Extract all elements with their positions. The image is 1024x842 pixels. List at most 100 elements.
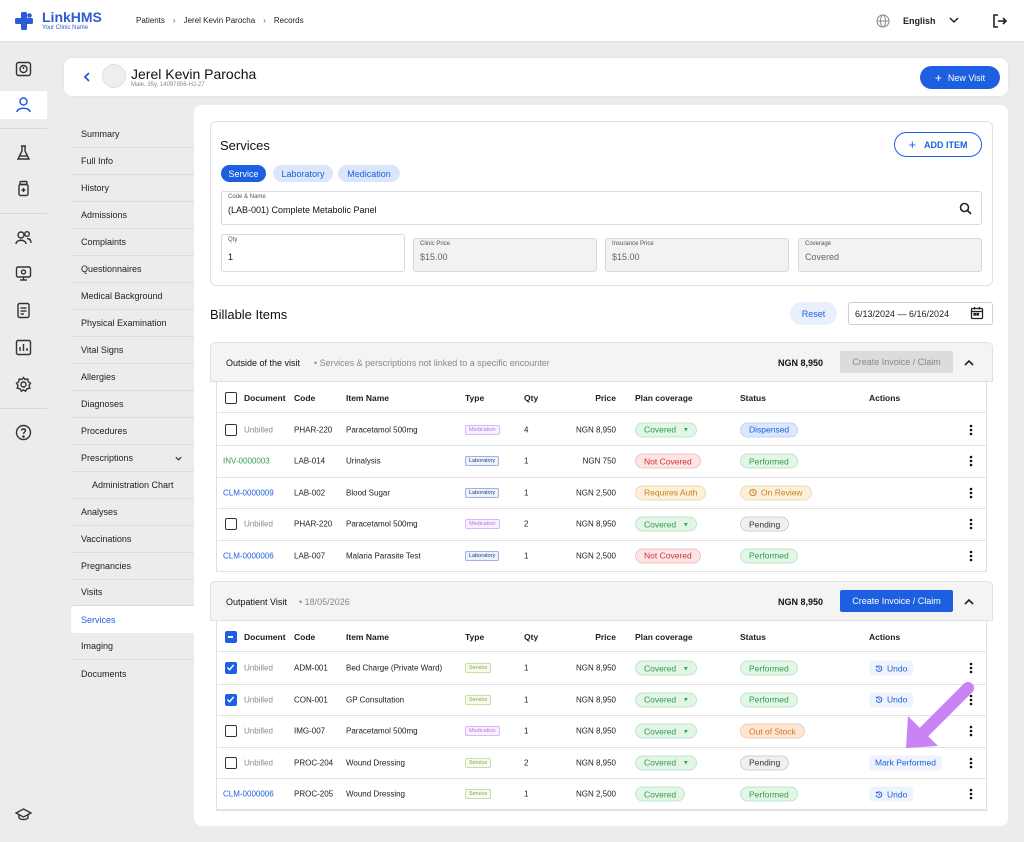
coverage-pill[interactable]: Covered ▾	[635, 692, 697, 708]
item-price: NGN 8,950	[575, 519, 616, 529]
table-row: CLM-0000009 LAB-002 Blood Sugar Laboratory 1…	[216, 478, 987, 509]
coverage-pill[interactable]: Covered ▾	[635, 422, 697, 438]
nav-item-diagnoses[interactable]: Diagnoses	[71, 391, 194, 418]
nav-item-allergies[interactable]: Allergies	[71, 364, 194, 391]
nav-item-pregnancies[interactable]: Pregnancies	[71, 553, 194, 580]
settings-gear-icon[interactable]	[15, 376, 32, 393]
nav-item-full-info[interactable]: Full Info	[71, 148, 194, 175]
coverage-label: Covered	[644, 789, 677, 800]
nav-item-questionnaires[interactable]: Questionnaires	[71, 256, 194, 283]
chevron-up-icon[interactable]	[963, 357, 975, 369]
column-header-item-name: Item Name	[346, 393, 389, 403]
logout-icon[interactable]	[992, 13, 1008, 29]
nav-item-administration-chart[interactable]: Administration Chart	[71, 472, 194, 499]
nav-item-label: Prescriptions	[81, 453, 134, 463]
coverage-pill[interactable]: Covered ▾	[635, 660, 697, 676]
new-visit-button[interactable]: + New Visit	[920, 66, 1000, 89]
more-options-icon[interactable]	[969, 518, 973, 530]
breadcrumb-patients[interactable]: Patients	[136, 16, 165, 25]
chip-medication[interactable]: Medication	[338, 165, 400, 182]
chevron-down-icon[interactable]	[174, 454, 183, 463]
search-icon[interactable]	[959, 202, 972, 215]
nav-item-physical-examination[interactable]: Physical Examination	[71, 310, 194, 337]
calendar-clock-icon[interactable]	[15, 60, 32, 77]
nav-item-admissions[interactable]: Admissions	[71, 202, 194, 229]
nav-item-label: Full Info	[81, 156, 114, 166]
nav-item-services[interactable]: Services	[71, 606, 194, 633]
document-link[interactable]: INV-0000003	[223, 457, 270, 466]
flask-icon[interactable]	[15, 144, 32, 161]
document-link[interactable]: CLM-0000006	[223, 790, 274, 799]
chip-laboratory[interactable]: Laboratory	[273, 165, 333, 182]
row-checkbox[interactable]	[225, 693, 237, 706]
select-all-checkbox[interactable]	[225, 392, 237, 404]
qty-input[interactable]: 1	[228, 252, 233, 262]
coverage-pill[interactable]: Covered ▾	[635, 755, 697, 771]
nav-item-analyses[interactable]: Analyses	[71, 499, 194, 526]
nav-item-complaints[interactable]: Complaints	[71, 229, 194, 256]
row-checkbox[interactable]	[225, 518, 237, 531]
nav-item-visits[interactable]: Visits	[71, 579, 194, 606]
nav-item-summary[interactable]: Summary	[71, 121, 194, 148]
nav-item-imaging[interactable]: Imaging	[71, 633, 194, 660]
undo-button[interactable]: Undo	[869, 660, 914, 676]
add-item-button[interactable]: + ADD ITEM	[894, 132, 982, 157]
nav-item-history[interactable]: History	[71, 175, 194, 202]
row-checkbox[interactable]	[225, 423, 237, 436]
select-all-checkbox[interactable]	[225, 631, 237, 643]
calendar-icon[interactable]	[970, 306, 984, 320]
nav-item-vaccinations[interactable]: Vaccinations	[71, 526, 194, 553]
more-options-icon[interactable]	[969, 424, 973, 436]
code-name-field[interactable]: Code & Name (LAB-001) Complete Metabolic…	[221, 191, 982, 225]
item-price: NGN 8,950	[575, 726, 616, 736]
more-options-icon[interactable]	[969, 487, 973, 499]
more-options-icon[interactable]	[969, 788, 973, 800]
patient-icon[interactable]	[15, 96, 32, 113]
coverage-pill[interactable]: Covered ▾	[635, 516, 697, 532]
document-list-icon[interactable]	[15, 302, 32, 319]
help-icon[interactable]	[15, 424, 32, 441]
create-invoice-button[interactable]: Create Invoice / Claim	[840, 590, 953, 612]
mark-performed-button[interactable]: Mark Performed	[869, 755, 942, 771]
code-name-input[interactable]: (LAB-001) Complete Metabolic Panel	[228, 205, 377, 215]
more-options-icon[interactable]	[969, 550, 973, 562]
create-invoice-button-disabled[interactable]: Create Invoice / Claim	[840, 351, 953, 373]
back-arrow-icon[interactable]	[80, 70, 94, 84]
reset-button[interactable]: Reset	[790, 302, 837, 325]
report-chart-icon[interactable]	[15, 339, 32, 356]
nav-item-documents[interactable]: Documents	[71, 660, 194, 687]
table-row: CLM-0000006 PROC-205 Wound Dressing Service…	[216, 779, 987, 811]
nav-item-vital-signs[interactable]: Vital Signs	[71, 337, 194, 364]
chip-service[interactable]: Service	[221, 165, 266, 182]
more-options-icon[interactable]	[969, 757, 973, 769]
undo-button[interactable]: Undo	[869, 786, 914, 802]
nav-item-medical-background[interactable]: Medical Background	[71, 283, 194, 310]
row-checkbox[interactable]	[225, 756, 237, 769]
breadcrumb-separator: ›	[172, 16, 176, 25]
language-selector[interactable]: English	[903, 16, 936, 26]
nav-item-procedures[interactable]: Procedures	[71, 418, 194, 445]
table-row: INV-0000003 LAB-014 Urinalysis Laboratory 1 N…	[216, 446, 987, 478]
document-link[interactable]: CLM-0000009	[223, 488, 274, 497]
item-price: NGN 2,500	[575, 488, 616, 498]
users-icon[interactable]	[15, 229, 32, 246]
row-checkbox[interactable]	[225, 662, 237, 675]
type-badge: Laboratory	[465, 456, 500, 467]
coverage-pill[interactable]: Covered ▾	[635, 723, 697, 739]
document-link[interactable]: CLM-0000006	[223, 551, 274, 560]
medicine-bottle-icon[interactable]	[15, 180, 32, 197]
more-options-icon[interactable]	[969, 662, 973, 674]
qty-field[interactable]: Qty 1	[221, 234, 405, 272]
monitor-icon[interactable]	[15, 265, 32, 282]
nav-item-label: Visits	[81, 587, 103, 597]
nav-item-prescriptions[interactable]: Prescriptions	[71, 445, 194, 472]
graduation-cap-icon[interactable]	[15, 806, 32, 823]
chevron-down-icon[interactable]	[948, 14, 960, 26]
row-checkbox[interactable]	[225, 725, 237, 738]
coverage-pill: Not Covered	[635, 453, 701, 469]
breadcrumb-patient-name[interactable]: Jerel Kevin Parocha	[184, 16, 256, 25]
globe-icon[interactable]	[876, 14, 890, 28]
more-options-icon[interactable]	[969, 455, 973, 467]
nav-item-label: Administration Chart	[92, 480, 174, 490]
chevron-up-icon[interactable]	[963, 596, 975, 608]
